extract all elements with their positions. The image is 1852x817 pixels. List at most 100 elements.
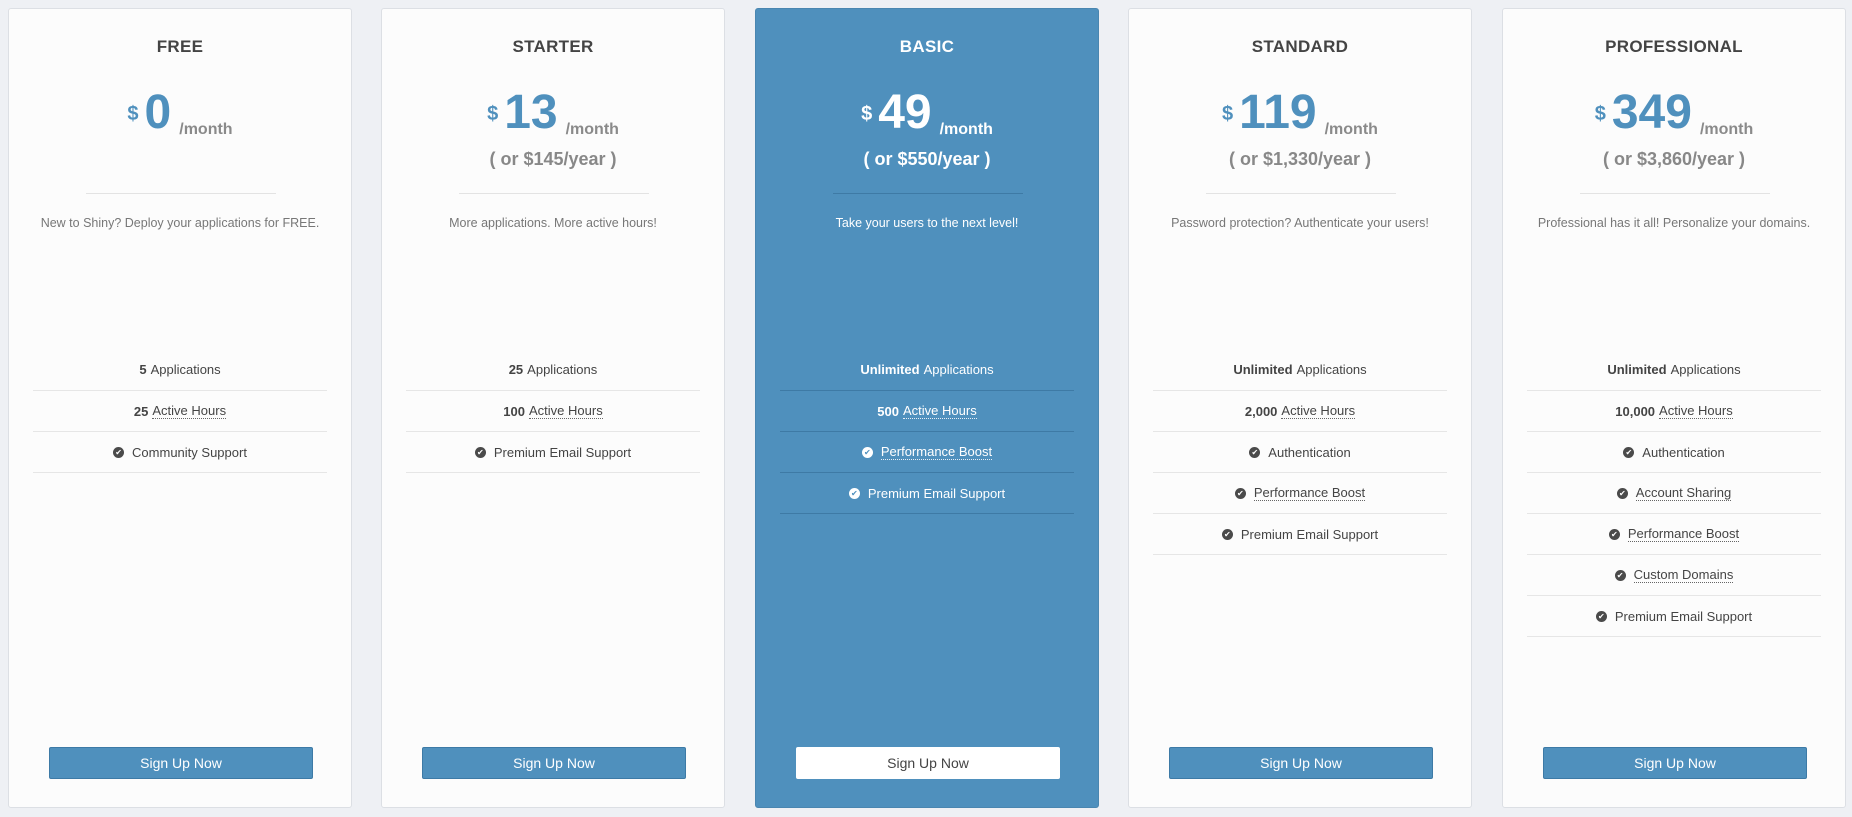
yearly-price: ( or $3,860/year ): [1602, 149, 1746, 169]
feature-label: Applications: [150, 362, 221, 377]
plan-card-basic: BASIC $ 49 /month ( or $550/year ) Take …: [755, 8, 1099, 808]
check-circle-icon: ✔: [1234, 487, 1246, 499]
check-circle-icon: ✔: [1616, 487, 1628, 499]
currency-symbol: $: [487, 103, 499, 125]
feature-value: 25: [133, 403, 149, 419]
price: $ 13 /month: [382, 87, 724, 139]
feature-list: 25 Applications 100 Active Hours ✔ Premium Em…: [406, 349, 700, 473]
feature-list: 5 Applications 25 Active Hours ✔ Community Su…: [33, 349, 327, 473]
check-circle-icon: ✔: [1608, 528, 1620, 540]
plan-name: FREE: [156, 37, 204, 56]
price-amount: 349: [1611, 86, 1692, 139]
feature-value: Unlimited: [1607, 362, 1667, 377]
feature-list: Unlimited Applications 2,000 Active Hours ✔ A…: [1153, 349, 1447, 555]
price-amount: 13: [504, 86, 558, 139]
check-circle-icon: ✔: [1623, 446, 1635, 458]
feature-item: ✔ Performance Boost: [1527, 514, 1821, 555]
sign-up-button[interactable]: Sign Up Now: [422, 747, 686, 779]
feature-item: 100 Active Hours: [406, 391, 700, 432]
sign-up-button[interactable]: Sign Up Now: [49, 747, 313, 779]
sign-up-button[interactable]: Sign Up Now: [796, 747, 1060, 779]
feature-label[interactable]: Active Hours: [1659, 403, 1733, 419]
price: $ 349 /month: [1503, 87, 1845, 139]
check-circle-icon: ✔: [861, 446, 873, 458]
feature-label[interactable]: Performance Boost: [1253, 485, 1366, 501]
price-amount: 49: [878, 86, 932, 139]
yearly-price: ( or $145/year ): [489, 149, 617, 169]
feature-label: Premium Email Support: [1240, 526, 1379, 542]
yearly-price: ( or $550/year ): [863, 149, 991, 169]
divider: [1206, 193, 1396, 194]
check-circle-icon: ✔: [113, 446, 125, 458]
yearly-price: ( or $1,330/year ): [1228, 149, 1372, 169]
feature-label[interactable]: Active Hours: [1281, 403, 1356, 419]
plan-tagline: Password protection? Authenticate your u…: [1171, 216, 1429, 230]
feature-item: ✔ Authentication: [1527, 432, 1821, 473]
feature-item: 10,000 Active Hours: [1527, 391, 1821, 432]
feature-list: Unlimited Applications 10,000 Active Hours ✔…: [1527, 349, 1821, 637]
feature-label: Authentication: [1268, 444, 1351, 460]
feature-list: Unlimited Applications 500 Active Hours ✔ Per…: [780, 349, 1074, 514]
plan-name: PROFESSIONAL: [1605, 37, 1743, 56]
feature-label: Authentication: [1642, 444, 1725, 460]
feature-item: Unlimited Applications: [1153, 349, 1447, 391]
feature-item: 500 Active Hours: [780, 391, 1074, 432]
divider: [459, 193, 649, 194]
check-circle-icon: ✔: [474, 446, 486, 458]
feature-item: Unlimited Applications: [1527, 349, 1821, 391]
feature-item: 25 Applications: [406, 349, 700, 391]
price-amount: 119: [1239, 86, 1317, 139]
feature-value: 10,000: [1615, 403, 1656, 419]
feature-label[interactable]: Custom Domains: [1633, 567, 1734, 583]
feature-label: Premium Email Support: [867, 485, 1006, 501]
divider: [833, 193, 1023, 194]
plan-card-starter: STARTER $ 13 /month ( or $145/year ) Mor…: [381, 8, 725, 808]
plan-tagline: Take your users to the next level!: [835, 216, 1019, 230]
feature-item: ✔ Community Support: [33, 432, 327, 473]
feature-item: ✔ Authentication: [1153, 432, 1447, 473]
plan-tagline: More applications. More active hours!: [449, 216, 657, 230]
price-period: /month: [565, 121, 619, 138]
check-circle-icon: ✔: [1221, 528, 1233, 540]
price: $ 49 /month: [756, 87, 1098, 139]
plan-name: STARTER: [512, 37, 594, 56]
feature-label: Applications: [527, 362, 598, 377]
feature-item: 25 Active Hours: [33, 391, 327, 432]
sign-up-button[interactable]: Sign Up Now: [1169, 747, 1433, 779]
feature-label[interactable]: Performance Boost: [1627, 526, 1740, 542]
divider: [1580, 193, 1770, 194]
divider: [86, 193, 276, 194]
feature-label: Premium Email Support: [1614, 608, 1753, 624]
feature-label[interactable]: Account Sharing: [1635, 485, 1732, 501]
price: $ 119 /month: [1129, 87, 1471, 139]
price-period: /month: [1324, 121, 1378, 138]
currency-symbol: $: [127, 103, 139, 125]
check-circle-icon: ✔: [1614, 569, 1626, 581]
price-amount: 0: [144, 86, 172, 139]
price-period: /month: [179, 121, 233, 138]
feature-item: ✔ Custom Domains: [1527, 555, 1821, 596]
feature-label: Premium Email Support: [493, 444, 632, 460]
plan-name: STANDARD: [1251, 37, 1349, 56]
feature-item: ✔ Premium Email Support: [406, 432, 700, 473]
feature-label[interactable]: Active Hours: [152, 403, 227, 419]
feature-value: 500: [877, 403, 899, 419]
feature-label: Applications: [1296, 362, 1367, 377]
pricing-plans: FREE $ 0 /month New to Shiny? Deploy you…: [0, 0, 1852, 817]
feature-item: ✔ Premium Email Support: [1527, 596, 1821, 637]
feature-item: ✔ Premium Email Support: [780, 473, 1074, 514]
feature-item: ✔ Premium Email Support: [1153, 514, 1447, 555]
price: $ 0 /month: [9, 87, 351, 139]
currency-symbol: $: [1222, 103, 1234, 125]
check-circle-icon: ✔: [848, 487, 860, 499]
feature-value: Unlimited: [1233, 362, 1293, 377]
feature-value: Unlimited: [860, 362, 920, 377]
feature-label: Community Support: [132, 444, 247, 460]
currency-symbol: $: [861, 103, 873, 125]
plan-card-standard: STANDARD $ 119 /month ( or $1,330/year )…: [1128, 8, 1472, 808]
sign-up-button[interactable]: Sign Up Now: [1543, 747, 1807, 779]
feature-label[interactable]: Active Hours: [903, 403, 977, 419]
feature-label[interactable]: Active Hours: [529, 403, 603, 419]
check-circle-icon: ✔: [1249, 446, 1261, 458]
feature-label[interactable]: Performance Boost: [880, 444, 993, 460]
